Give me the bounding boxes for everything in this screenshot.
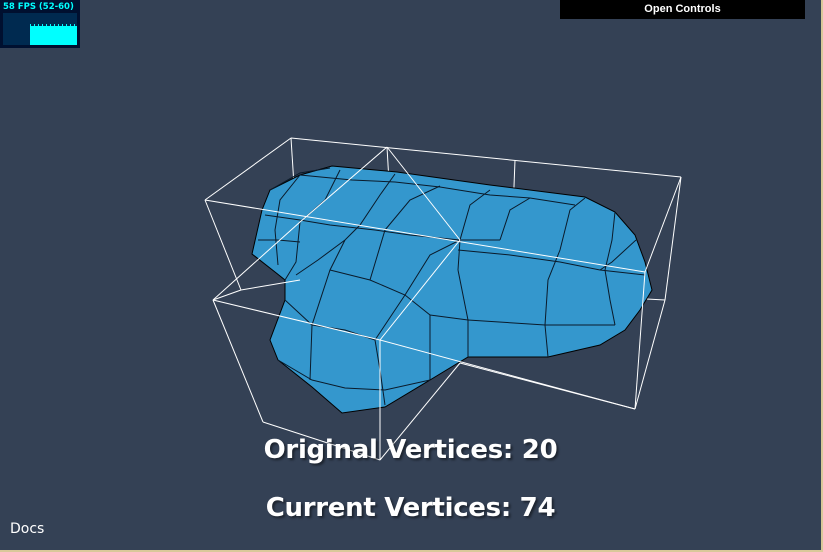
original-vertices-label: Original Vertices: 20 xyxy=(263,435,558,465)
open-controls-button[interactable]: Open Controls xyxy=(560,0,805,19)
render-viewport[interactable]: 58 FPS (52-60) Open Controls Original Ve… xyxy=(0,0,821,550)
subdivided-mesh[interactable] xyxy=(251,165,653,414)
3d-scene[interactable] xyxy=(0,0,821,550)
mesh-surface xyxy=(251,165,653,414)
fps-graph-fill xyxy=(30,26,77,45)
fps-graph xyxy=(3,13,77,45)
fps-readout: 58 FPS (52-60) xyxy=(3,2,74,12)
current-vertices-label: Current Vertices: 74 xyxy=(265,493,556,523)
docs-link[interactable]: Docs xyxy=(10,521,44,537)
fps-stats-panel[interactable]: 58 FPS (52-60) xyxy=(0,0,80,48)
